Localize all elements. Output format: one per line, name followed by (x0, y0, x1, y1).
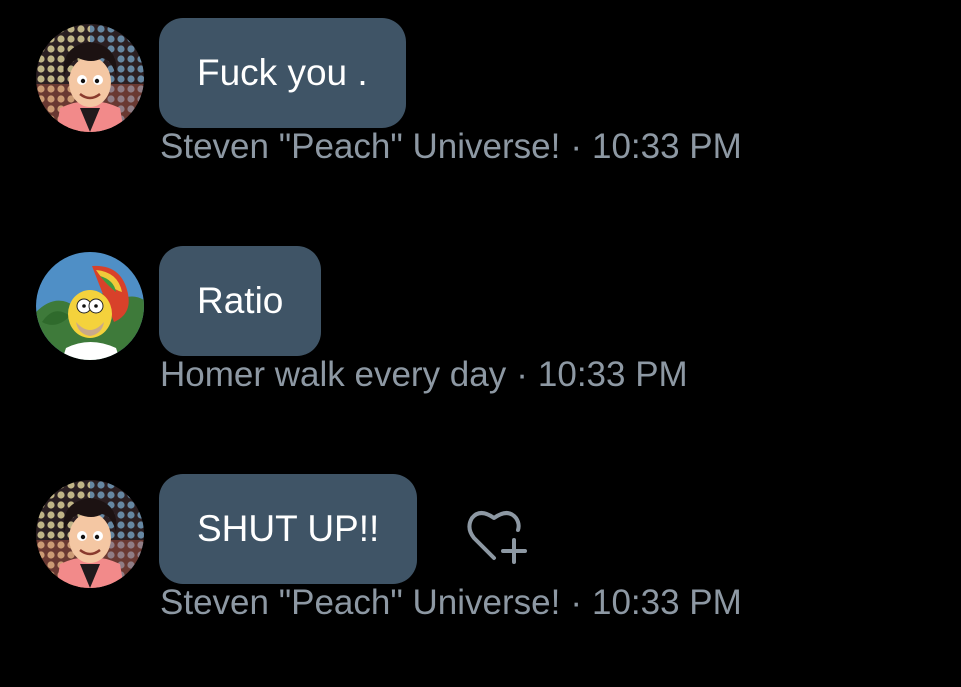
message-row: Ratio Homer walk every day · 10:33 PM (0, 228, 961, 456)
message-bubble[interactable]: SHUT UP!! (159, 474, 418, 584)
author-name[interactable]: Steven "Peach" Universe! (160, 127, 560, 166)
avatar[interactable] (36, 480, 144, 588)
author-name[interactable]: Homer walk every day (160, 355, 506, 394)
avatar[interactable] (36, 252, 144, 360)
timestamp: 10:33 PM (537, 355, 688, 394)
message-text: Ratio (197, 280, 284, 321)
steven-avatar-image (36, 480, 144, 588)
message-row: SHUT UP!! Steven "Peach" Universe! · 10:33… (0, 456, 961, 684)
meta-separator: · (570, 583, 582, 622)
timestamp: 10:33 PM (592, 127, 742, 166)
message-row: Fuck you . Steven "Peach" Universe! · 10:3… (0, 0, 961, 228)
meta-separator: · (516, 355, 528, 394)
message-text: SHUT UP!! (197, 508, 380, 549)
avatar[interactable] (36, 24, 144, 132)
author-name[interactable]: Steven "Peach" Universe! (160, 583, 560, 622)
message-text: Fuck you . (197, 52, 368, 93)
message-meta: Steven "Peach" Universe! · 10:33 PM (160, 126, 742, 168)
message-bubble[interactable]: Fuck you . (159, 18, 406, 128)
steven-avatar-image (36, 24, 144, 132)
message-meta: Steven "Peach" Universe! · 10:33 PM (160, 582, 742, 624)
meta-separator: · (570, 127, 582, 166)
message-bubble[interactable]: Ratio (159, 246, 322, 356)
message-meta: Homer walk every day · 10:33 PM (160, 354, 688, 396)
timestamp: 10:33 PM (592, 583, 742, 622)
heart-add-icon (467, 511, 527, 564)
add-reaction-button[interactable] (464, 500, 540, 568)
homer-avatar-image (36, 252, 144, 360)
